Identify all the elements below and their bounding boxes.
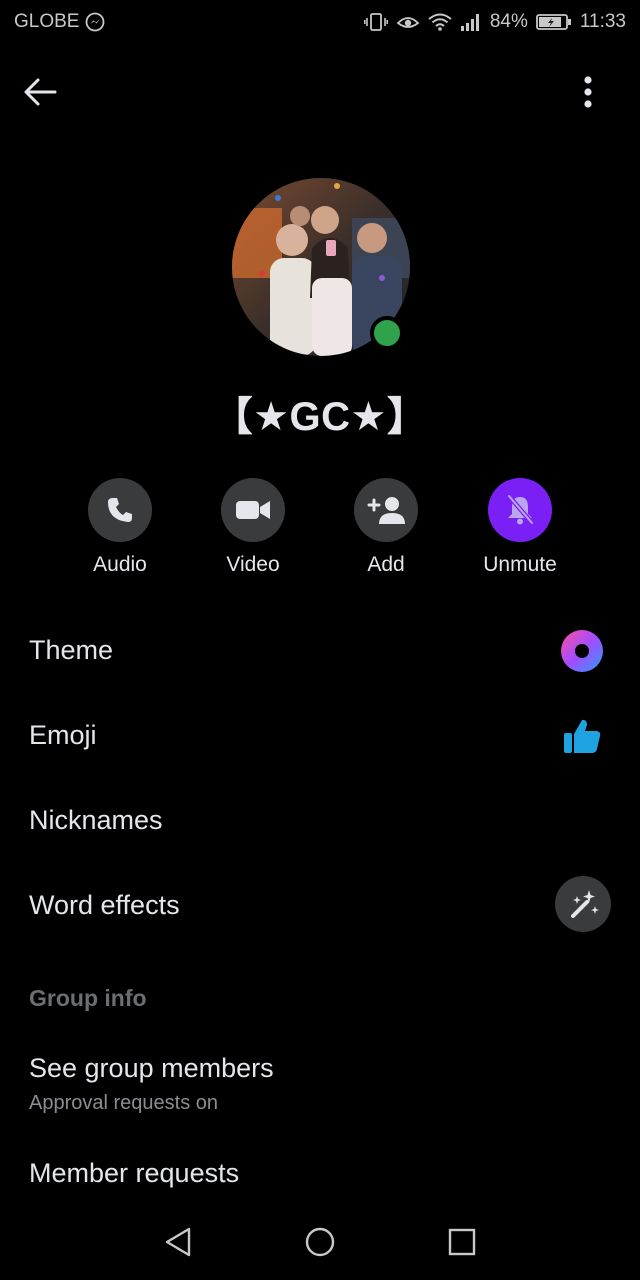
video-call-button[interactable]: Video bbox=[193, 478, 313, 577]
triangle-back-icon bbox=[165, 1227, 191, 1257]
bell-muted-icon bbox=[506, 494, 535, 526]
circle-home-icon bbox=[305, 1227, 335, 1257]
signal-icon bbox=[460, 12, 482, 32]
nav-back-button[interactable] bbox=[158, 1222, 198, 1262]
add-people-circle[interactable] bbox=[354, 478, 418, 542]
status-left: GLOBE bbox=[14, 11, 105, 33]
top-nav bbox=[0, 60, 640, 124]
word-effects-row[interactable]: Word effects bbox=[0, 872, 640, 942]
nicknames-label: Nicknames bbox=[29, 805, 163, 835]
status-bar: GLOBE 84% 11:33 bbox=[0, 0, 640, 44]
emoji-label: Emoji bbox=[29, 720, 97, 750]
group-name: 【★GC★】 bbox=[212, 395, 428, 439]
messenger-notification-icon bbox=[85, 12, 105, 32]
phone-icon bbox=[108, 498, 132, 522]
vibrate-icon bbox=[363, 12, 388, 32]
video-label: Video bbox=[226, 553, 280, 576]
approval-requests-status: Approval requests on bbox=[29, 1092, 219, 1114]
unmute-circle[interactable] bbox=[488, 478, 552, 542]
add-person-icon bbox=[367, 497, 405, 524]
video-camera-icon bbox=[236, 501, 270, 519]
system-nav-bar bbox=[0, 1208, 640, 1280]
group-avatar[interactable] bbox=[232, 178, 410, 356]
unmute-button[interactable]: Unmute bbox=[460, 478, 580, 577]
nav-recents-button[interactable] bbox=[442, 1222, 482, 1262]
emoji-row[interactable]: Emoji bbox=[0, 702, 640, 772]
clock: 11:33 bbox=[579, 11, 626, 32]
add-label: Add bbox=[367, 553, 405, 576]
status-right: 84% 11:33 bbox=[363, 11, 626, 33]
video-call-circle[interactable] bbox=[221, 478, 285, 542]
audio-call-circle[interactable] bbox=[88, 478, 152, 542]
word-effects-label: Word effects bbox=[29, 890, 180, 920]
nicknames-row[interactable]: Nicknames bbox=[0, 787, 640, 857]
more-options-button[interactable] bbox=[576, 70, 600, 114]
magic-wand-icon bbox=[555, 876, 611, 937]
theme-row[interactable]: Theme bbox=[0, 617, 640, 687]
add-people-button[interactable]: Add bbox=[326, 478, 446, 577]
action-buttons: Audio Video Add Unmute bbox=[0, 478, 640, 588]
square-recents-icon bbox=[448, 1228, 476, 1256]
battery-icon bbox=[535, 12, 572, 32]
theme-label: Theme bbox=[29, 635, 114, 665]
audio-call-button[interactable]: Audio bbox=[60, 478, 180, 577]
theme-icon bbox=[560, 629, 604, 678]
member-requests-label: Member requests bbox=[29, 1158, 240, 1188]
group-info-header: Group info bbox=[29, 985, 147, 1011]
battery-percent: 84% bbox=[489, 11, 528, 32]
audio-label: Audio bbox=[93, 553, 147, 576]
see-group-members-label: See group members bbox=[29, 1053, 274, 1083]
thumbs-up-icon bbox=[562, 716, 602, 761]
more-vertical-icon bbox=[584, 76, 592, 108]
eye-comfort-icon bbox=[396, 12, 420, 32]
see-group-members-row[interactable]: See group members Approval requests on bbox=[0, 1045, 640, 1127]
carrier-name: GLOBE bbox=[14, 11, 80, 32]
back-arrow-icon bbox=[24, 78, 57, 106]
back-button[interactable] bbox=[22, 70, 78, 114]
unmute-label: Unmute bbox=[483, 553, 557, 576]
online-status-dot bbox=[370, 316, 404, 350]
nav-home-button[interactable] bbox=[300, 1222, 340, 1262]
member-requests-row[interactable]: Member requests bbox=[0, 1144, 640, 1214]
wifi-icon bbox=[428, 12, 452, 32]
